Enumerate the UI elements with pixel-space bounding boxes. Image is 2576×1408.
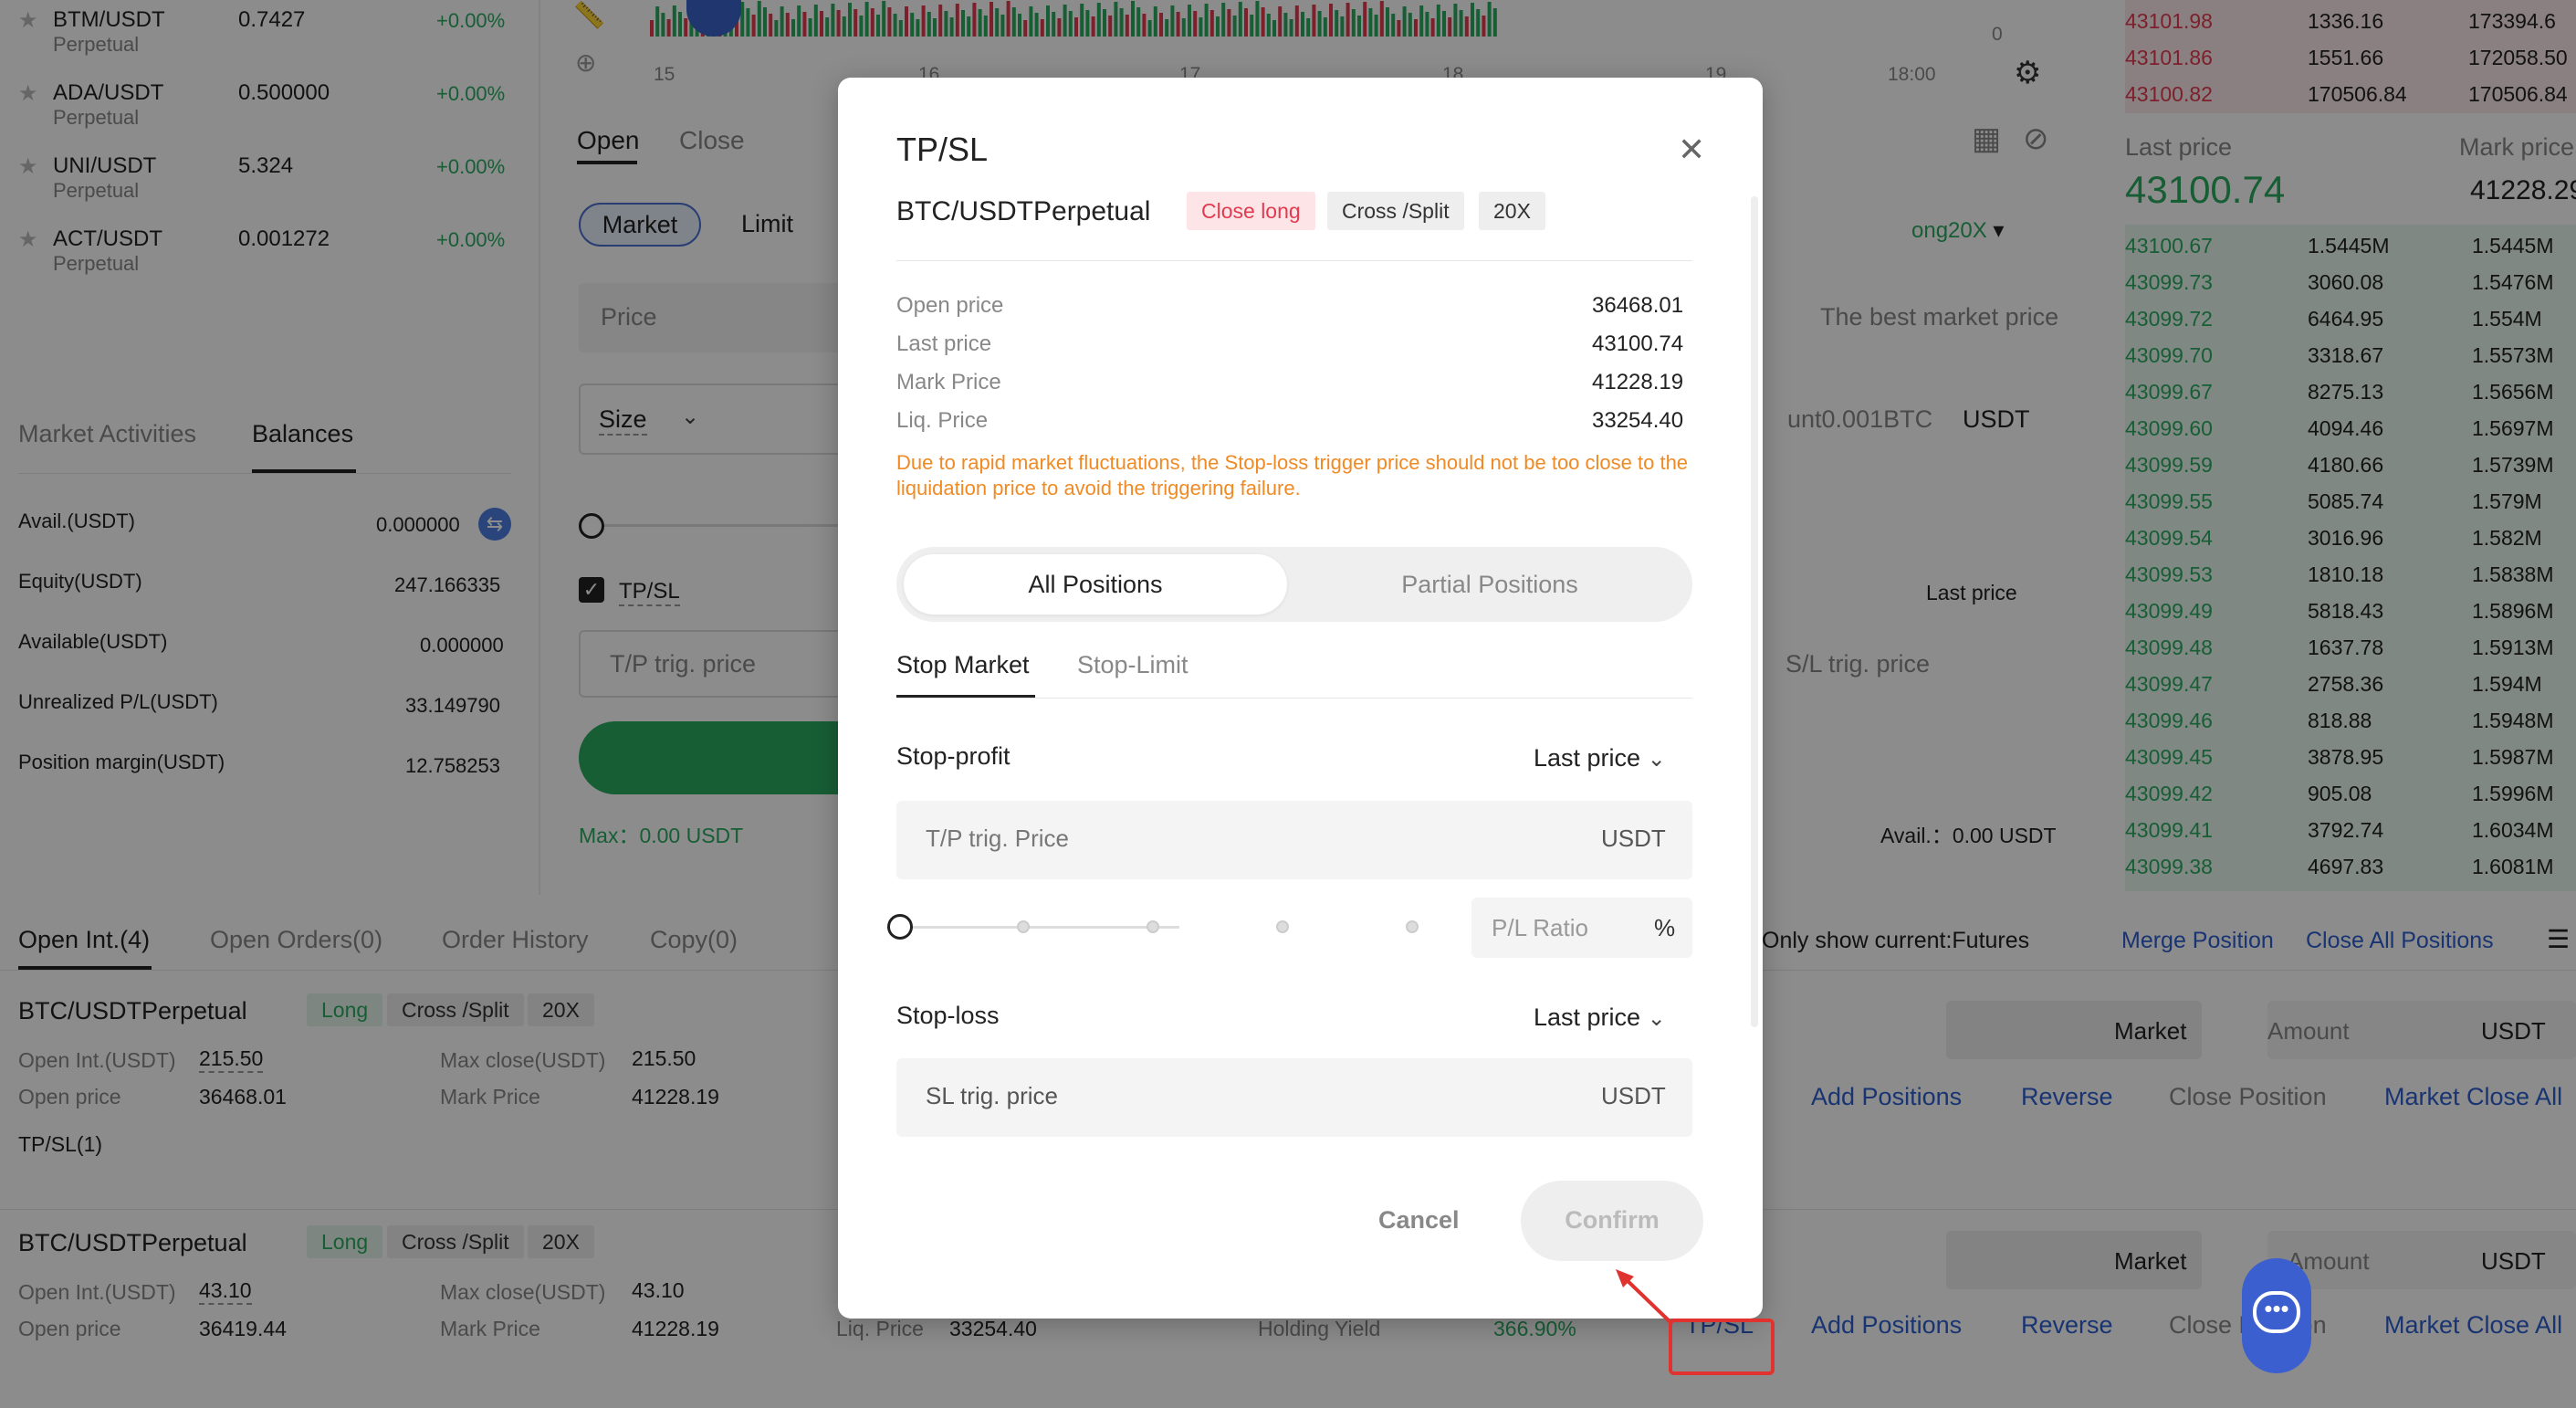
info-value: 41228.19 — [1592, 370, 1684, 394]
currency-label: USDT — [1601, 1082, 1666, 1109]
percent-label: % — [1654, 914, 1676, 941]
chevron-down-icon: ⌄ — [1647, 747, 1666, 772]
close-icon[interactable]: ✕ — [1678, 131, 1705, 169]
sl-trigger-input[interactable]: SL trig. price USDT — [896, 1058, 1692, 1137]
modal-scroll-content: Stop-profit Last price ⌄ T/P trig. Price… — [838, 717, 1751, 1204]
stop-loss-label: Stop-loss — [896, 1002, 1000, 1029]
tpsl-modal: TP/SL ✕ BTC/USDTPerpetual Close long Cro… — [838, 78, 1763, 1319]
chat-support-button[interactable]: ••• — [2242, 1258, 2311, 1373]
pl-slider-track[interactable] — [906, 926, 1179, 929]
mode-tag: Cross /Split — [1327, 192, 1464, 230]
slider-step[interactable] — [1017, 920, 1030, 933]
cancel-button[interactable]: Cancel — [1378, 1206, 1460, 1235]
chat-icon: ••• — [2253, 1291, 2300, 1333]
info-value: 43100.74 — [1592, 331, 1684, 356]
close-long-tag: Close long — [1187, 192, 1315, 230]
modal-title: TP/SL — [896, 131, 989, 168]
info-label: Mark Price — [896, 370, 1001, 394]
divider — [896, 260, 1692, 261]
tab-stop-limit[interactable]: Stop-Limit — [1077, 651, 1189, 679]
currency-label: USDT — [1601, 825, 1666, 852]
tp-placeholder: T/P trig. Price — [926, 825, 1070, 852]
scrollbar[interactable] — [1751, 196, 1758, 1027]
modal-symbol: BTC/USDTPerpetual — [896, 196, 1151, 226]
slider-step[interactable] — [1406, 920, 1419, 933]
highlight-box — [1669, 1319, 1775, 1375]
warning-text: Due to rapid market fluctuations, the St… — [896, 451, 1689, 499]
pl-slider-handle[interactable] — [887, 914, 913, 940]
chevron-down-icon: ⌄ — [1647, 1006, 1666, 1031]
slider-step[interactable] — [1147, 920, 1159, 933]
stop-profit-label: Stop-profit — [896, 742, 1011, 770]
segment-partial-positions[interactable]: Partial Positions — [1294, 571, 1685, 599]
tab-stop-market[interactable]: Stop Market — [896, 651, 1030, 679]
info-value: 33254.40 — [1592, 408, 1684, 433]
info-label: Open price — [896, 293, 1004, 318]
position-segment: All Positions Partial Positions — [896, 547, 1692, 622]
confirm-label: Confirm — [1565, 1206, 1660, 1234]
stop-profit-trigger-select[interactable]: Last price ⌄ — [1534, 744, 1666, 772]
leverage-tag: 20X — [1479, 192, 1545, 230]
tp-trigger-input[interactable]: T/P trig. Price USDT — [896, 801, 1692, 879]
confirm-button[interactable]: Confirm — [1521, 1181, 1703, 1261]
pl-ratio-placeholder: P/L Ratio — [1492, 914, 1588, 941]
slider-step[interactable] — [1276, 920, 1289, 933]
info-label: Liq. Price — [896, 408, 989, 433]
sl-placeholder: SL trig. price — [926, 1082, 1058, 1109]
divider — [896, 698, 1692, 699]
stop-loss-trigger-select[interactable]: Last price ⌄ — [1534, 1003, 1666, 1032]
info-label: Last price — [896, 331, 992, 356]
info-value: 36468.01 — [1592, 293, 1684, 318]
segment-all-positions[interactable]: All Positions — [904, 554, 1287, 615]
annotation-arrow — [1616, 1269, 1674, 1326]
pl-ratio-input[interactable]: P/L Ratio % — [1471, 898, 1692, 958]
segment-label: All Positions — [1028, 571, 1163, 598]
